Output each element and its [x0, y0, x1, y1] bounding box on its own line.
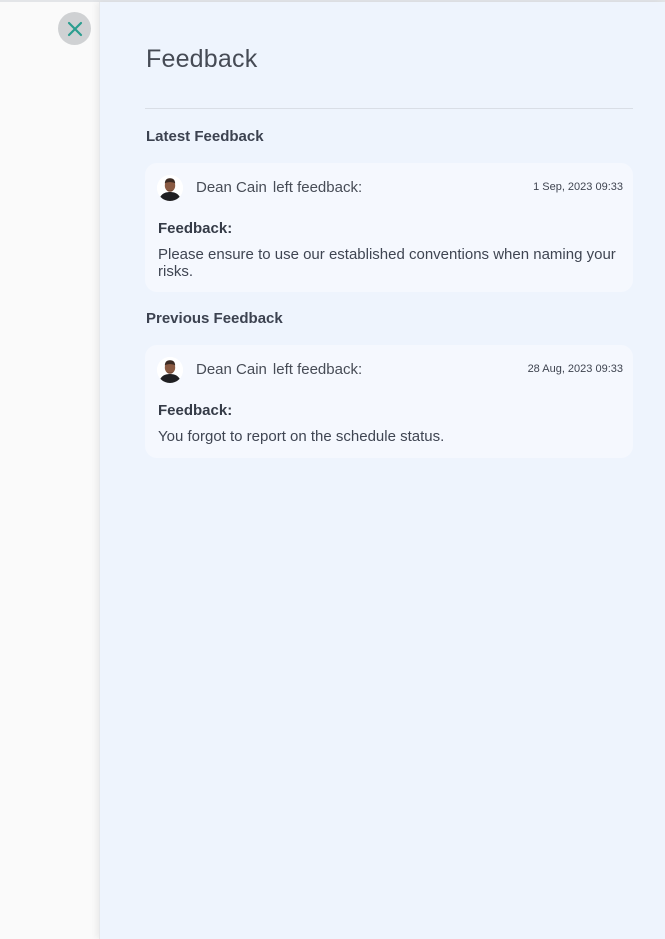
feedback-author-line: Dean Cain left feedback:: [196, 179, 362, 196]
feedback-card-header: Dean Cain left feedback: 1 Sep, 2023 09:3…: [157, 175, 623, 201]
feedback-action-text: left feedback:: [272, 361, 363, 378]
feedback-action-text: left feedback:: [272, 179, 363, 196]
latest-feedback-card: Dean Cain left feedback: 1 Sep, 2023 09:3…: [145, 163, 633, 292]
feedback-author-line: Dean Cain left feedback:: [196, 361, 362, 378]
overlay-backdrop[interactable]: [0, 2, 99, 939]
previous-feedback-heading: Previous Feedback: [146, 310, 283, 327]
feedback-timestamp: 28 Aug, 2023 09:33: [527, 363, 623, 375]
latest-feedback-heading: Latest Feedback: [146, 128, 264, 145]
feedback-timestamp: 1 Sep, 2023 09:33: [533, 181, 623, 193]
user-avatar-icon: [157, 357, 183, 383]
feedback-text: Please ensure to use our established con…: [158, 246, 616, 280]
feedback-author-name: Dean Cain: [196, 179, 267, 196]
close-icon: [67, 21, 82, 36]
previous-feedback-card: Dean Cain left feedback: 28 Aug, 2023 09:…: [145, 345, 633, 458]
feedback-drawer: Feedback Latest Feedback Dean Cain left f…: [99, 2, 665, 939]
user-avatar-icon: [157, 175, 183, 201]
feedback-label: Feedback:: [158, 220, 233, 237]
drawer-title: Feedback: [146, 45, 258, 73]
close-button[interactable]: [58, 12, 91, 45]
feedback-author-name: Dean Cain: [196, 361, 267, 378]
feedback-label: Feedback:: [158, 402, 233, 419]
feedback-card-header: Dean Cain left feedback: 28 Aug, 2023 09:…: [157, 357, 623, 383]
feedback-text: You forgot to report on the schedule sta…: [158, 428, 445, 445]
title-divider: [145, 108, 633, 109]
